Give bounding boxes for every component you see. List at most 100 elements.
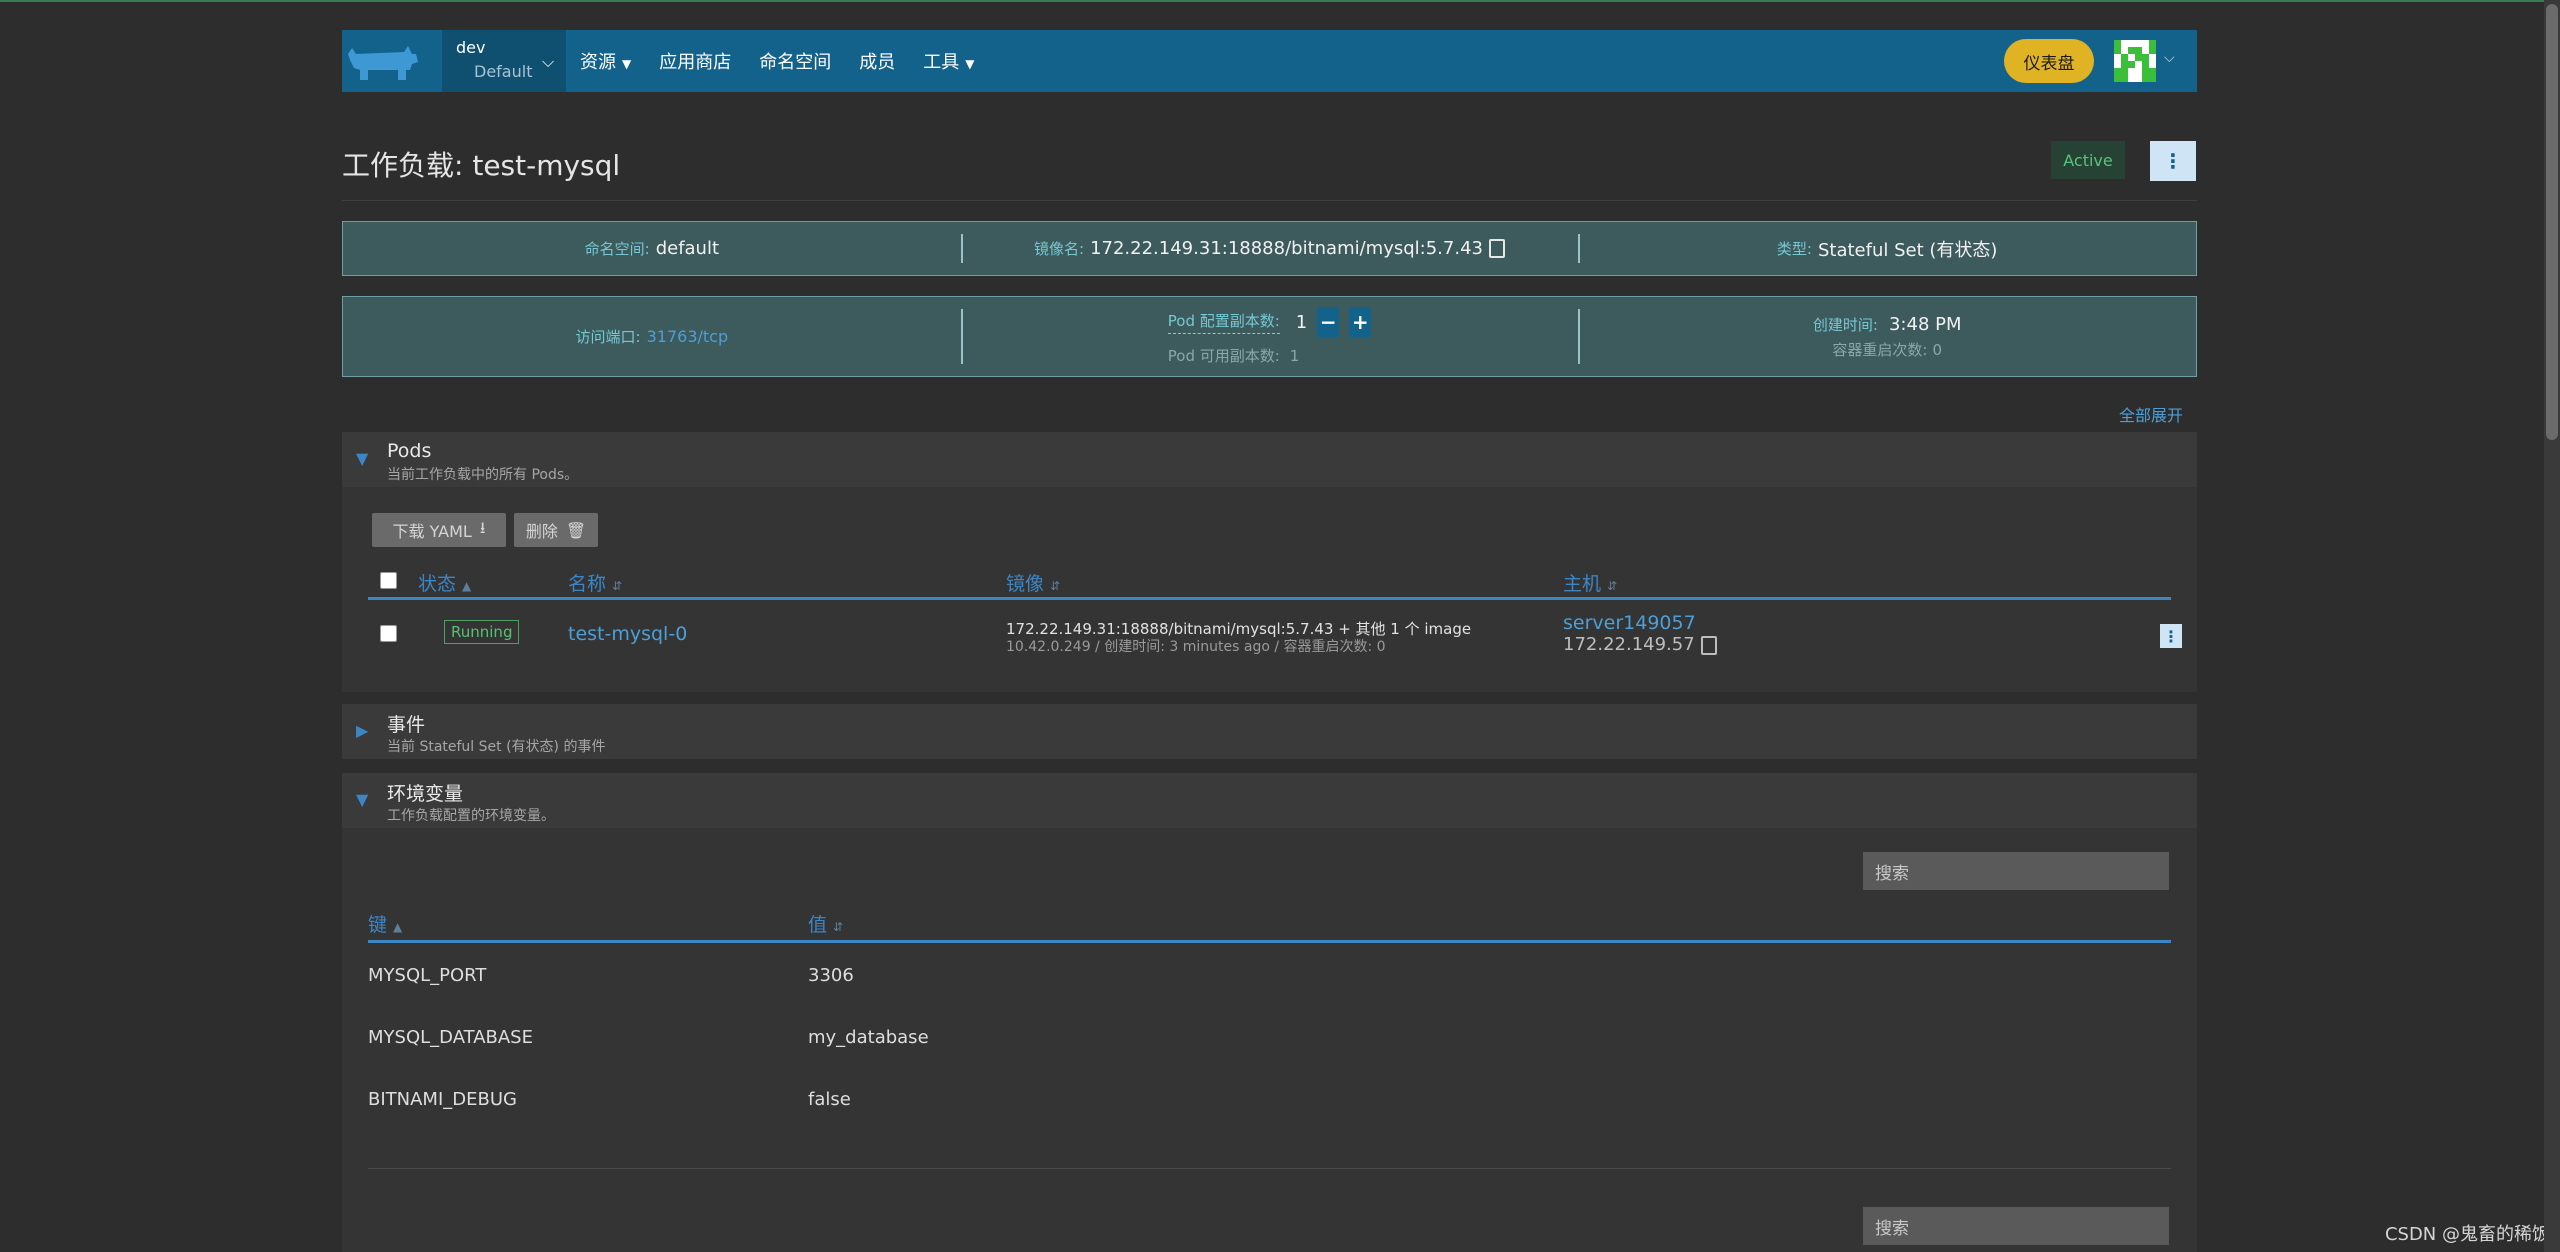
pod-ip-detail: 10.42.0.249 / 创建时间: 3 minutes ago / 容器重启… (1006, 639, 1386, 655)
pods-subtitle: 当前工作负载中的所有 Pods。 (387, 467, 579, 483)
env-section-body: 搜索 键 ▲ 值 ⇵ MYSQL_PORT 3306 MYSQL_DATABASE … (342, 828, 2197, 1252)
pod-config-value: 1 (1295, 311, 1308, 333)
pod-available-value: 1 (1289, 346, 1300, 365)
env-value: 3306 (808, 965, 854, 986)
col-value[interactable]: 值 ⇵ (808, 910, 843, 937)
caret-right-icon[interactable]: ▶ (356, 721, 368, 740)
delete-button[interactable]: 删除 🗑 (514, 513, 598, 547)
trash-icon: 🗑 (565, 520, 587, 540)
col-image[interactable]: 镜像 ⇵ (1006, 569, 1060, 596)
cluster-switcher[interactable]: dev Default ⌵ (442, 30, 566, 92)
image-cell: 镜像名: 172.22.149.31:18888/bitnami/mysql:5… (960, 222, 1579, 275)
page-title: 工作负载: test-mysql (342, 149, 621, 182)
pods-title: Pods (387, 440, 432, 462)
port-cell: 访问端口: 31763/tcp (343, 297, 961, 376)
divider (368, 1168, 2171, 1169)
events-section-header[interactable]: ▶ 事件 当前 Stateful Set (有状态) 的事件 (342, 704, 2197, 759)
port-link[interactable]: 31763/tcp (647, 327, 729, 346)
nav-app-store[interactable]: 应用商店 (659, 48, 731, 74)
type-value: Stateful Set (有状态) (1817, 239, 1998, 261)
table-row: MYSQL_DATABASE my_database (368, 1007, 2171, 1069)
port-label: 访问端口: (575, 328, 641, 346)
scale-up-button[interactable]: + (1349, 307, 1372, 337)
host-ip: 172.22.149.57 (1563, 634, 1717, 655)
divider (342, 200, 2197, 201)
chevron-down-icon: ▼ (622, 57, 632, 71)
nav-resources[interactable]: 资源 ▼ (580, 48, 631, 74)
caret-down-icon[interactable]: ▼ (356, 449, 368, 468)
image-label: 镜像名: (1034, 240, 1085, 258)
select-all-checkbox[interactable] (380, 572, 397, 589)
scrollbar[interactable] (2544, 0, 2560, 1252)
type-cell: 类型: Stateful Set (有状态) (1578, 222, 2196, 275)
pods-section-body: 下载 YAML ⭳ 删除 🗑 状态 ▲ 名称 ⇵ 镜像 ⇵ 主机 ⇵ Running tes… (342, 487, 2197, 692)
env-key: MYSQL_PORT (368, 965, 487, 986)
env-key: MYSQL_DATABASE (368, 1027, 533, 1048)
workload-info-primary: 命名空间: default 镜像名: 172.22.149.31:18888/b… (342, 221, 2197, 276)
env-section-header[interactable]: ▼ 环境变量 工作负载配置的环境变量。 (342, 773, 2197, 828)
sort-icon: ▲ (393, 920, 403, 934)
chevron-down-icon: ⌵ (542, 52, 555, 71)
pods-table-header: 状态 ▲ 名称 ⇵ 镜像 ⇵ 主机 ⇵ (368, 563, 2171, 600)
table-row: MYSQL_PORT 3306 (368, 945, 2171, 1007)
expand-all-link[interactable]: 全部展开 (2119, 402, 2183, 426)
search-input[interactable]: 搜索 (1863, 852, 2169, 890)
host-link[interactable]: server149057 (1563, 612, 1696, 634)
copy-icon[interactable] (1700, 635, 1717, 655)
actions-menu-button[interactable]: ⋮ (2150, 141, 2196, 181)
main-nav: 资源 ▼ 应用商店 命名空间 成员 工具 ▼ (580, 30, 974, 92)
top-nav-bar: dev Default ⌵ 资源 ▼ 应用商店 命名空间 成员 工具 ▼ 仪表盘 ⌵ (342, 30, 2197, 92)
created-label: 创建时间: (1812, 315, 1878, 334)
top-accent-line (0, 0, 2560, 2)
rancher-logo-icon[interactable] (342, 40, 434, 84)
search-input-secondary[interactable]: 搜索 (1863, 1207, 2169, 1245)
created-value: 3:48 PM (1888, 313, 1962, 335)
row-checkbox[interactable] (380, 625, 397, 642)
avatar[interactable] (2114, 40, 2156, 82)
scrollbar-thumb[interactable] (2546, 4, 2558, 440)
nav-tools[interactable]: 工具 ▼ (923, 48, 974, 74)
events-title: 事件 (387, 714, 426, 736)
sort-icon: ▲ (462, 579, 472, 593)
nav-members[interactable]: 成员 (859, 48, 895, 74)
col-key[interactable]: 键 ▲ (368, 910, 402, 937)
pod-status-badge: Running (444, 620, 520, 644)
copy-icon[interactable] (1488, 239, 1505, 258)
namespace-cell: 命名空间: default (343, 222, 961, 275)
env-value: false (808, 1089, 851, 1110)
col-status[interactable]: 状态 ▲ (418, 569, 471, 596)
pod-scale-cell: Pod 配置副本数: 1 − + Pod 可用副本数: 1 (960, 297, 1579, 376)
sort-icon: ⇵ (833, 920, 844, 934)
sort-icon: ⇵ (612, 579, 623, 593)
dashboard-button[interactable]: 仪表盘 (2004, 39, 2094, 83)
created-cell: 创建时间: 3:48 PM 容器重启次数: 0 (1578, 297, 2196, 376)
sort-icon: ⇵ (1050, 579, 1061, 593)
restarts-value: 0 (1932, 340, 1943, 359)
env-subtitle: 工作负载配置的环境变量。 (387, 808, 555, 824)
restarts-label: 容器重启次数: (1832, 340, 1928, 359)
nav-namespaces[interactable]: 命名空间 (759, 48, 831, 74)
cluster-name: dev (456, 38, 486, 57)
col-name[interactable]: 名称 ⇵ (568, 569, 622, 596)
namespace-label: 命名空间: (584, 240, 650, 258)
row-actions-button[interactable]: ⋮ (2160, 624, 2182, 648)
workload-info-secondary: 访问端口: 31763/tcp Pod 配置副本数: 1 − + Pod 可用副… (342, 296, 2197, 377)
pods-section-header[interactable]: ▼ Pods 当前工作负载中的所有 Pods。 (342, 432, 2197, 487)
table-row: BITNAMI_DEBUG false (368, 1069, 2171, 1131)
sort-icon: ⇵ (1607, 579, 1618, 593)
chevron-down-icon: ▼ (965, 57, 975, 71)
chevron-down-icon[interactable]: ⌵ (2164, 50, 2175, 66)
download-yaml-button[interactable]: 下载 YAML ⭳ (372, 513, 506, 547)
image-value: 172.22.149.31:18888/bitnami/mysql:5.7.43 (1090, 238, 1483, 259)
pod-available-label: Pod 可用副本数: (1167, 347, 1280, 365)
project-name: Default (474, 62, 533, 81)
status-badge: Active (2051, 141, 2125, 179)
env-value: my_database (808, 1027, 929, 1048)
env-title: 环境变量 (387, 783, 464, 805)
pod-name-link[interactable]: test-mysql-0 (568, 623, 687, 645)
caret-down-icon[interactable]: ▼ (356, 790, 368, 809)
scale-down-button[interactable]: − (1317, 307, 1340, 337)
pod-config-label: Pod 配置副本数: (1167, 310, 1280, 334)
col-host[interactable]: 主机 ⇵ (1563, 569, 1617, 596)
download-icon: ⭳ (479, 517, 486, 537)
